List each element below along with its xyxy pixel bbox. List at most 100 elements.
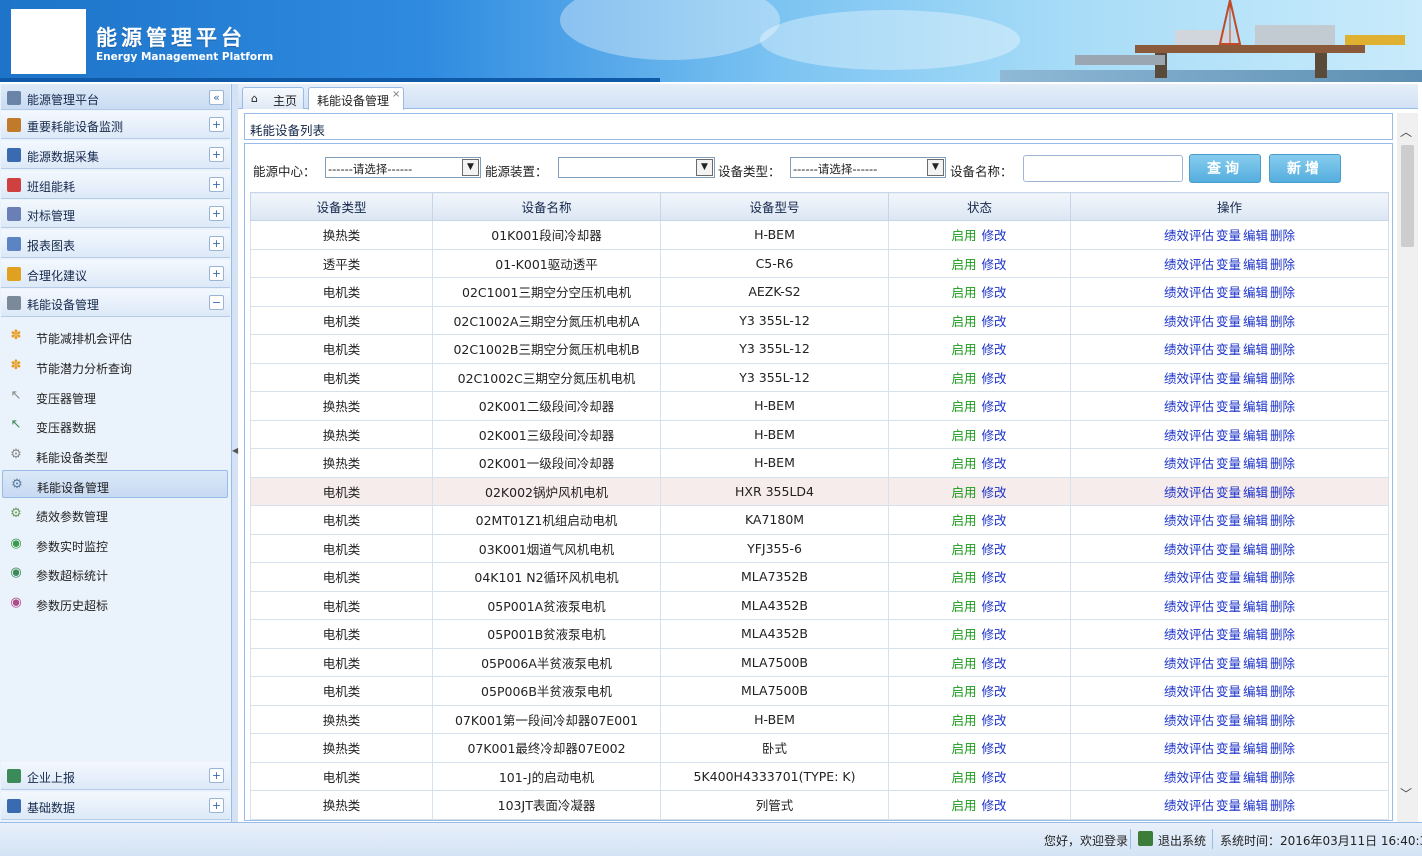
table-row[interactable]: 换热类 02K001三级段间冷却器 H-BEM 启用 修改 绩效评估 变量 编辑 删除: [250, 419, 1389, 449]
sidebar-section-benchmark[interactable]: 对标管理 +: [1, 200, 230, 228]
expand-icon[interactable]: +: [209, 798, 224, 813]
evaluate-link[interactable]: 绩效评估: [1164, 684, 1214, 699]
column-header-device-type[interactable]: 设备类型: [250, 192, 433, 221]
delete-link[interactable]: 删除: [1270, 456, 1295, 471]
evaluate-link[interactable]: 绩效评估: [1164, 285, 1214, 300]
delete-link[interactable]: 删除: [1270, 570, 1295, 585]
table-row[interactable]: 透平类 01-K001驱动透平 C5-R6 启用 修改 绩效评估 变量 编辑 删除: [250, 248, 1389, 278]
status-edit-link[interactable]: 修改: [981, 542, 1006, 557]
chevron-down-icon[interactable]: ▼: [696, 159, 713, 176]
sidebar-section-enterprise-report[interactable]: 企业上报 +: [1, 762, 230, 790]
delete-link[interactable]: 删除: [1270, 599, 1295, 614]
evaluate-link[interactable]: 绩效评估: [1164, 371, 1214, 386]
table-row[interactable]: 电机类 02C1002B三期空分氮压机电机B Y3 355L-12 启用 修改 绩效评估…: [250, 334, 1389, 364]
status-edit-link[interactable]: 修改: [981, 257, 1006, 272]
sidebar-item-equipment-management[interactable]: ⚙ 耗能设备管理: [2, 470, 228, 498]
variable-link[interactable]: 变量: [1216, 371, 1241, 386]
sidebar-section-suggestions[interactable]: 合理化建议 +: [1, 260, 230, 288]
variable-link[interactable]: 变量: [1216, 513, 1241, 528]
table-row[interactable]: 电机类 02C1001三期空分空压机电机 AEZK-S2 启用 修改 绩效评估 变量 编辑删…: [250, 277, 1389, 307]
table-row[interactable]: 电机类 04K101 N2循环风机电机 MLA7352B 启用 修改 绩效评估 变量 编辑删…: [250, 562, 1389, 592]
sidebar-splitter[interactable]: ◀: [232, 84, 238, 822]
status-edit-link[interactable]: 修改: [981, 599, 1006, 614]
variable-link[interactable]: 变量: [1216, 285, 1241, 300]
sidebar-section-base-data[interactable]: 基础数据 +: [1, 792, 230, 820]
delete-link[interactable]: 删除: [1270, 513, 1295, 528]
logout-icon[interactable]: [1138, 831, 1153, 846]
status-edit-link[interactable]: 修改: [981, 684, 1006, 699]
expand-icon[interactable]: +: [209, 117, 224, 132]
variable-link[interactable]: 变量: [1216, 713, 1241, 728]
delete-link[interactable]: 删除: [1270, 770, 1295, 785]
variable-link[interactable]: 变量: [1216, 627, 1241, 642]
delete-link[interactable]: 删除: [1270, 257, 1295, 272]
variable-link[interactable]: 变量: [1216, 770, 1241, 785]
column-header-device-name[interactable]: 设备名称: [432, 192, 661, 221]
edit-link[interactable]: 编辑: [1243, 684, 1268, 699]
variable-link[interactable]: 变量: [1216, 428, 1241, 443]
evaluate-link[interactable]: 绩效评估: [1164, 656, 1214, 671]
sidebar-item-potential-analysis[interactable]: ✽ 节能潜力分析查询: [2, 352, 228, 380]
variable-link[interactable]: 变量: [1216, 257, 1241, 272]
edit-link[interactable]: 编辑: [1243, 513, 1268, 528]
sidebar-item-transformer-management[interactable]: ↖ 变压器管理: [2, 382, 228, 410]
evaluate-link[interactable]: 绩效评估: [1164, 542, 1214, 557]
variable-link[interactable]: 变量: [1216, 570, 1241, 585]
table-row[interactable]: 换热类 103JT表面冷凝器 列管式 启用 修改 绩效评估 变量 编辑 删除: [250, 790, 1389, 820]
table-row[interactable]: 换热类 07K001第一段间冷却器07E001 H-BEM 启用 修改 绩效评估 变量 编辑…: [250, 704, 1389, 734]
expand-icon[interactable]: +: [209, 206, 224, 221]
evaluate-link[interactable]: 绩效评估: [1164, 314, 1214, 329]
expand-icon[interactable]: +: [209, 266, 224, 281]
expand-icon[interactable]: +: [209, 768, 224, 783]
sidebar-item-performance-params[interactable]: ⚙ 绩效参数管理: [2, 500, 228, 528]
table-row[interactable]: 电机类 101-J的启动电机 5K400H4333701(TYPE: K) 启用 修改…: [250, 761, 1389, 791]
evaluate-link[interactable]: 绩效评估: [1164, 741, 1214, 756]
edit-link[interactable]: 编辑: [1243, 371, 1268, 386]
sidebar-section-team-energy[interactable]: 班组能耗 +: [1, 171, 230, 199]
delete-link[interactable]: 删除: [1270, 542, 1295, 557]
status-edit-link[interactable]: 修改: [981, 228, 1006, 243]
status-edit-link[interactable]: 修改: [981, 371, 1006, 386]
edit-link[interactable]: 编辑: [1243, 599, 1268, 614]
add-button[interactable]: 新增: [1269, 154, 1341, 183]
evaluate-link[interactable]: 绩效评估: [1164, 342, 1214, 357]
variable-link[interactable]: 变量: [1216, 485, 1241, 500]
sidebar-item-history-exceed[interactable]: ◉ 参数历史超标: [2, 589, 228, 617]
table-row[interactable]: 电机类 02K002锅炉风机电机 HXR 355LD4 启用 修改 绩效评估 变量 编辑 删除: [250, 476, 1389, 506]
delete-link[interactable]: 删除: [1270, 713, 1295, 728]
edit-link[interactable]: 编辑: [1243, 770, 1268, 785]
evaluate-link[interactable]: 绩效评估: [1164, 599, 1214, 614]
variable-link[interactable]: 变量: [1216, 684, 1241, 699]
column-header-status[interactable]: 状态: [888, 192, 1071, 221]
variable-link[interactable]: 变量: [1216, 599, 1241, 614]
table-row[interactable]: 电机类 03K001烟道气风机电机 YFJ355-6 启用 修改 绩效评估 变量 编辑 删除: [250, 533, 1389, 563]
evaluate-link[interactable]: 绩效评估: [1164, 456, 1214, 471]
delete-link[interactable]: 删除: [1270, 798, 1295, 813]
evaluate-link[interactable]: 绩效评估: [1164, 485, 1214, 500]
query-button[interactable]: 查询: [1189, 154, 1261, 183]
edit-link[interactable]: 编辑: [1243, 570, 1268, 585]
edit-link[interactable]: 编辑: [1243, 656, 1268, 671]
evaluate-link[interactable]: 绩效评估: [1164, 428, 1214, 443]
status-edit-link[interactable]: 修改: [981, 741, 1006, 756]
delete-link[interactable]: 删除: [1270, 228, 1295, 243]
status-edit-link[interactable]: 修改: [981, 513, 1006, 528]
tab-home[interactable]: ⌂ 主页: [242, 87, 304, 109]
delete-link[interactable]: 删除: [1270, 741, 1295, 756]
tab-equipment-management[interactable]: 耗能设备管理 ×: [308, 87, 404, 110]
edit-link[interactable]: 编辑: [1243, 456, 1268, 471]
table-row[interactable]: 换热类 01K001段间冷却器 H-BEM 启用 修改 绩效评估 变量 编辑 删除: [250, 220, 1389, 250]
variable-link[interactable]: 变量: [1216, 798, 1241, 813]
edit-link[interactable]: 编辑: [1243, 399, 1268, 414]
evaluate-link[interactable]: 绩效评估: [1164, 627, 1214, 642]
variable-link[interactable]: 变量: [1216, 228, 1241, 243]
energy-device-select[interactable]: ▼: [558, 157, 715, 178]
collapse-icon[interactable]: −: [209, 295, 224, 310]
status-edit-link[interactable]: 修改: [981, 570, 1006, 585]
column-header-device-model[interactable]: 设备型号: [660, 192, 889, 221]
table-row[interactable]: 电机类 05P006B半贫液泵电机 MLA7500B 启用 修改 绩效评估 变量 编辑 删除: [250, 676, 1389, 706]
column-header-actions[interactable]: 操作: [1070, 192, 1389, 221]
table-row[interactable]: 电机类 05P001B贫液泵电机 MLA4352B 启用 修改 绩效评估 变量 编辑 删除: [250, 619, 1389, 649]
evaluate-link[interactable]: 绩效评估: [1164, 713, 1214, 728]
evaluate-link[interactable]: 绩效评估: [1164, 798, 1214, 813]
